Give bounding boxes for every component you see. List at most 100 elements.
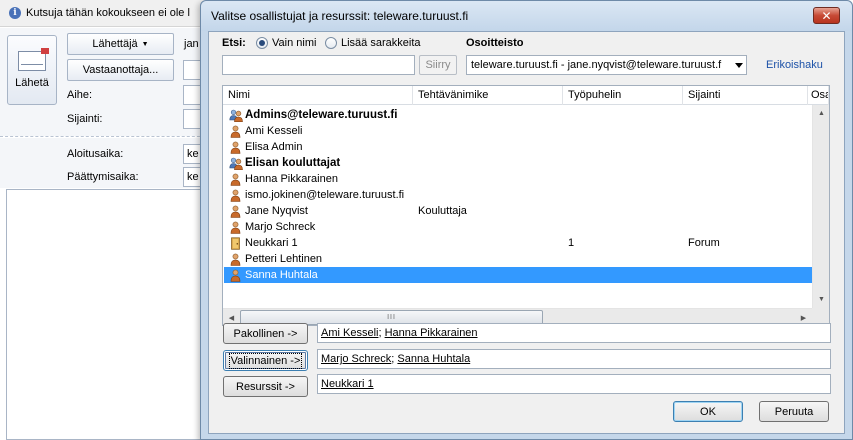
user-icon [229,253,242,266]
dialog-titlebar[interactable]: Valitse osallistujat ja resurssit: telew… [201,1,852,31]
room-icon [229,237,242,250]
from-label: Lähettäjä [92,38,138,50]
user-icon [229,205,242,218]
list-item[interactable]: Neukkari 1 1 Forum [224,235,812,251]
recipient-name[interactable]: Hanna Pikkarainen [385,327,478,339]
ok-button[interactable]: OK [673,401,743,422]
info-icon: i [9,7,21,19]
user-icon [229,173,242,186]
address-book-label: Osoitteisto [466,37,524,49]
envelope-icon [18,48,49,71]
search-input[interactable] [222,55,415,75]
row-name: Elisa Admin [245,141,303,153]
from-value: jan [184,38,199,50]
user-icon [229,141,242,154]
recipient-name[interactable]: Ami Kesseli [321,327,378,339]
list-item[interactable]: Marjo Schreck [224,219,812,235]
optional-button-label: Valinnainen -> [228,352,303,369]
search-label: Etsi: [222,37,246,49]
advanced-search-link[interactable]: Erikoishaku [766,59,823,71]
list-item[interactable]: Elisa Admin [224,139,812,155]
user-icon [229,189,242,202]
vertical-scrollbar[interactable]: ▲ ▼ [812,105,829,308]
chevron-down-icon: ▼ [141,40,149,48]
dialog-title: Valitse osallistujat ja resurssit: telew… [211,9,469,23]
resources-button-label: Resurssit -> [236,380,295,393]
list-header: Nimi Tehtävänimike Työpuhelin Sijainti O… [223,86,829,105]
address-book-select[interactable]: teleware.turuust.fi - jane.nyqvist@telew… [466,55,747,75]
resources-field[interactable]: Neukkari 1 [317,374,831,394]
row-name: Marjo Schreck [245,221,316,233]
row-location: Forum [688,237,720,249]
divider [0,136,210,137]
required-button[interactable]: Pakollinen -> [223,323,308,344]
row-phone: 1 [568,237,575,249]
close-button[interactable]: ✕ [813,7,840,24]
row-title: Kouluttaja [418,205,467,217]
to-button[interactable]: Vastaanottaja... [67,59,174,81]
subject-label: Aihe: [67,89,93,101]
radio-more-columns-label[interactable]: Lisää sarakkeita [341,37,421,49]
list-item[interactable]: Hanna Pikkarainen [224,171,812,187]
go-button[interactable]: Siirry [419,55,457,75]
location-label: Sijainti: [67,113,103,125]
column-header-phone[interactable]: Työpuhelin [563,86,683,105]
list-item[interactable]: ismo.jokinen@teleware.turuust.fi [224,187,812,203]
optional-button[interactable]: Valinnainen -> [223,350,308,371]
address-list[interactable]: Nimi Tehtävänimike Työpuhelin Sijainti O… [222,85,830,326]
send-button[interactable]: Lähetä [7,35,57,105]
list-item[interactable]: Jane Nyqvist Kouluttaja [224,203,812,219]
radio-name-only[interactable] [256,37,268,49]
user-icon [229,221,242,234]
from-button[interactable]: Lähettäjä ▼ [67,33,174,55]
radio-more-columns[interactable] [325,37,337,49]
list-item[interactable]: Ami Kesseli [224,123,812,139]
row-name: Jane Nyqvist [245,205,308,217]
send-label: Lähetä [15,77,49,89]
row-name: Neukkari 1 [245,237,298,249]
go-label: Siirry [425,59,451,71]
close-icon: ✕ [821,8,832,23]
recipient-name[interactable]: Marjo Schreck [321,353,391,365]
select-attendees-dialog: Valitse osallistujat ja resurssit: telew… [200,0,853,440]
column-header-title[interactable]: Tehtävänimike [413,86,563,105]
list-item[interactable]: Elisan kouluttajat [224,155,812,171]
row-name: Elisan kouluttajat [245,157,341,169]
chevron-down-icon [735,63,743,68]
recipient-name[interactable]: Neukkari 1 [321,378,374,390]
list-item[interactable]: Sanna Huhtala [224,267,812,283]
to-label: Vastaanottaja... [82,64,159,76]
start-time-label: Aloitusaika: [67,148,124,160]
column-header-location[interactable]: Sijainti [683,86,808,105]
dialog-client: Etsi: Vain nimi Lisää sarakkeita Osoitte… [208,31,845,434]
ok-label: OK [700,405,716,418]
optional-field[interactable]: Marjo Schreck; Sanna Huhtala [317,349,831,369]
group-icon [229,109,243,123]
scroll-down-icon[interactable]: ▼ [813,291,829,308]
end-time-label: Päättymisaika: [67,171,139,183]
radio-name-only-label[interactable]: Vain nimi [272,37,316,49]
meeting-body-editor[interactable] [6,189,210,440]
row-name: Sanna Huhtala [245,269,318,281]
resources-button[interactable]: Resurssit -> [223,376,308,397]
address-book-value: teleware.turuust.fi - jane.nyqvist@telew… [471,59,722,71]
column-header-name[interactable]: Nimi [223,86,413,105]
required-button-label: Pakollinen -> [233,327,298,340]
row-name: Hanna Pikkarainen [245,173,338,185]
recipient-name[interactable]: Sanna Huhtala [397,353,470,365]
cancel-label: Peruuta [774,405,814,418]
row-name: Petteri Lehtinen [245,253,323,265]
row-name: ismo.jokinen@teleware.turuust.fi [245,189,405,201]
required-field[interactable]: Ami Kesseli; Hanna Pikkarainen [317,323,831,343]
row-name: Ami Kesseli [245,125,303,137]
scroll-up-icon[interactable]: ▲ [813,105,829,122]
info-text: Kutsuja tähän kokoukseen ei ole l [26,7,190,19]
row-name: Admins@teleware.turuust.fi [245,109,398,121]
column-header-dept[interactable]: Osa [808,86,829,105]
user-icon [229,125,242,138]
user-icon [229,269,242,282]
list-item[interactable]: Admins@teleware.turuust.fi [224,107,812,123]
info-bar: i Kutsuja tähän kokoukseen ei ole l [0,0,210,27]
list-item[interactable]: Petteri Lehtinen [224,251,812,267]
cancel-button[interactable]: Peruuta [759,401,829,422]
